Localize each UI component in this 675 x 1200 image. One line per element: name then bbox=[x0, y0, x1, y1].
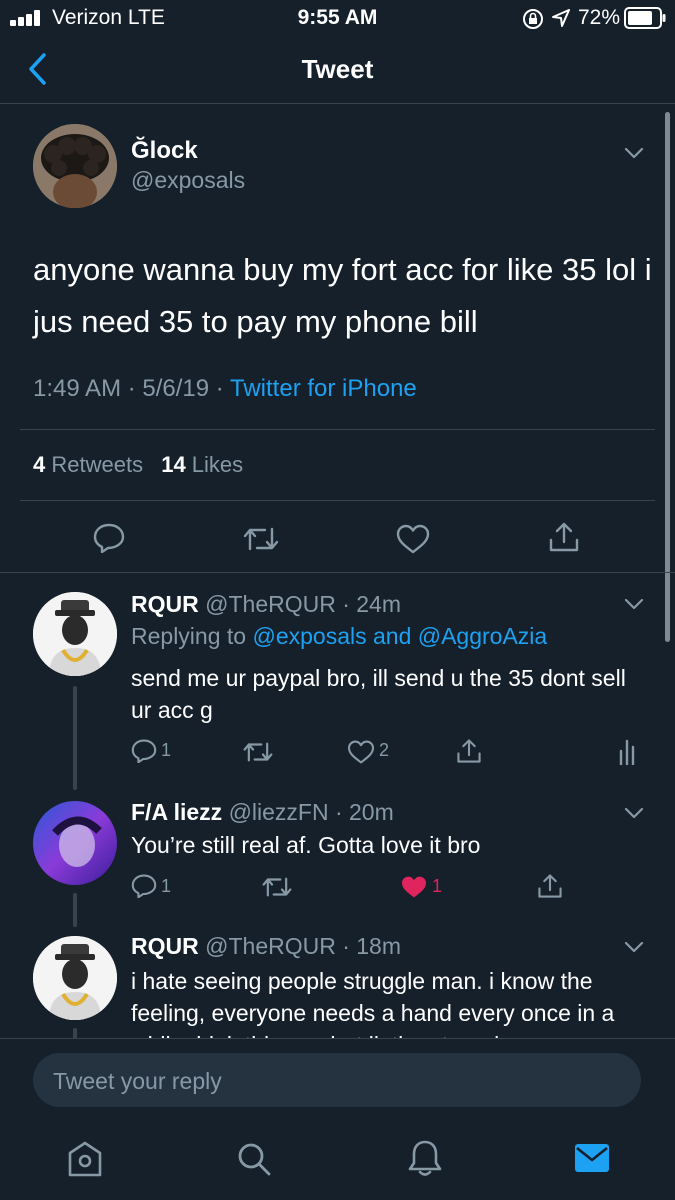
share-icon[interactable] bbox=[548, 521, 580, 553]
reply-icon[interactable] bbox=[131, 739, 157, 763]
orientation-lock-icon bbox=[522, 8, 544, 30]
reply-display-name[interactable]: RQUR bbox=[131, 591, 199, 617]
like-count: 2 bbox=[379, 740, 390, 760]
replying-to-links[interactable]: @exposals and @AggroAzia bbox=[252, 623, 547, 649]
clock: 9:55 AM bbox=[297, 6, 378, 29]
reply-text-clip: i hate seeing people struggle man. i kno… bbox=[131, 965, 651, 1040]
reply-handle-time[interactable]: @liezzFN · 20m bbox=[229, 799, 394, 825]
likes-count: 14 bbox=[161, 452, 186, 477]
reply-composer[interactable]: Tweet your reply bbox=[33, 1053, 641, 1107]
author-display-name[interactable]: Ğlock bbox=[131, 137, 198, 165]
tweet-meta: 1:49 AM · 5/6/19 · Twitter for iPhone bbox=[33, 375, 417, 403]
reply-avatar[interactable] bbox=[33, 592, 117, 676]
reply-header: RQUR @TheRQUR · 24m bbox=[131, 591, 401, 618]
author-handle[interactable]: @exposals bbox=[131, 167, 245, 194]
reply-options-chevron-icon[interactable] bbox=[624, 806, 644, 820]
reply-text: send me ur paypal bro, ill send u the 35… bbox=[131, 665, 626, 723]
retweet-icon[interactable] bbox=[243, 525, 279, 553]
tweet-timestamp: 1:49 AM · 5/6/19 · bbox=[33, 375, 231, 402]
likes-stat[interactable]: 14 Likes bbox=[161, 452, 243, 477]
like-heart-icon[interactable] bbox=[347, 740, 375, 764]
messages-tab-icon[interactable] bbox=[574, 1143, 610, 1173]
likes-label: Likes bbox=[185, 452, 244, 477]
divider bbox=[20, 429, 655, 430]
location-icon bbox=[552, 9, 570, 27]
divider bbox=[0, 572, 675, 573]
retweet-icon[interactable] bbox=[243, 740, 273, 764]
thread-line bbox=[73, 893, 77, 927]
battery-percent: 72% bbox=[578, 6, 621, 29]
reply-count: 1 bbox=[161, 876, 172, 896]
reply-text: i hate seeing people struggle man. i kno… bbox=[131, 968, 615, 1040]
battery-icon bbox=[624, 7, 666, 29]
home-tab-icon[interactable] bbox=[66, 1140, 104, 1178]
like-heart-icon[interactable] bbox=[396, 524, 430, 554]
retweets-stat[interactable]: 4 Retweets bbox=[33, 452, 143, 477]
top-nav-bar: Tweet bbox=[0, 36, 675, 104]
scrollbar[interactable] bbox=[665, 112, 670, 642]
reply-avatar[interactable] bbox=[33, 801, 117, 885]
status-bar: Verizon LTE 9:55 AM 72% bbox=[0, 0, 675, 36]
divider bbox=[20, 500, 655, 501]
notifications-tab-icon[interactable] bbox=[407, 1139, 443, 1177]
analytics-icon[interactable] bbox=[618, 739, 636, 765]
reply-text: You’re still real af. Gotta love it bro bbox=[131, 832, 481, 858]
replying-to-line: Replying to @exposals and @AggroAzia bbox=[131, 623, 547, 650]
reply-icon[interactable] bbox=[93, 523, 125, 553]
share-icon[interactable] bbox=[537, 873, 563, 899]
reply-header: F/A liezz @liezzFN · 20m bbox=[131, 799, 394, 826]
reply-options-chevron-icon[interactable] bbox=[624, 940, 644, 954]
liked-heart-icon[interactable] bbox=[400, 875, 428, 899]
reply-display-name[interactable]: F/A liezz bbox=[131, 799, 222, 825]
search-tab-icon[interactable] bbox=[236, 1141, 272, 1177]
tweet-options-chevron-icon[interactable] bbox=[624, 146, 644, 160]
share-icon[interactable] bbox=[456, 738, 482, 764]
reply-count: 1 bbox=[161, 740, 172, 760]
tweet-source-link[interactable]: Twitter for iPhone bbox=[230, 375, 417, 402]
reply-icon[interactable] bbox=[131, 874, 157, 898]
thread-line bbox=[73, 686, 77, 790]
page-title: Tweet bbox=[301, 54, 374, 84]
retweet-icon[interactable] bbox=[262, 875, 292, 899]
engagement-counts: 4 Retweets 14 Likes bbox=[33, 452, 243, 478]
reply-handle-time[interactable]: @TheRQUR · 24m bbox=[205, 591, 401, 617]
retweets-count: 4 bbox=[33, 452, 46, 477]
reply-header: RQUR @TheRQUR · 18m bbox=[131, 933, 401, 960]
reply-options-chevron-icon[interactable] bbox=[624, 597, 644, 611]
like-count: 1 bbox=[432, 876, 443, 896]
reply-handle-time[interactable]: @TheRQUR · 18m bbox=[205, 933, 401, 959]
replying-to-prefix: Replying to bbox=[131, 623, 253, 649]
retweets-label: Retweets bbox=[45, 452, 144, 477]
reply-composer-placeholder: Tweet your reply bbox=[53, 1068, 222, 1094]
reply-display-name[interactable]: RQUR bbox=[131, 933, 199, 959]
author-avatar[interactable] bbox=[33, 124, 117, 208]
reply-avatar[interactable] bbox=[33, 936, 117, 1020]
tweet-text: anyone wanna buy my fort acc for like 35… bbox=[33, 252, 652, 339]
